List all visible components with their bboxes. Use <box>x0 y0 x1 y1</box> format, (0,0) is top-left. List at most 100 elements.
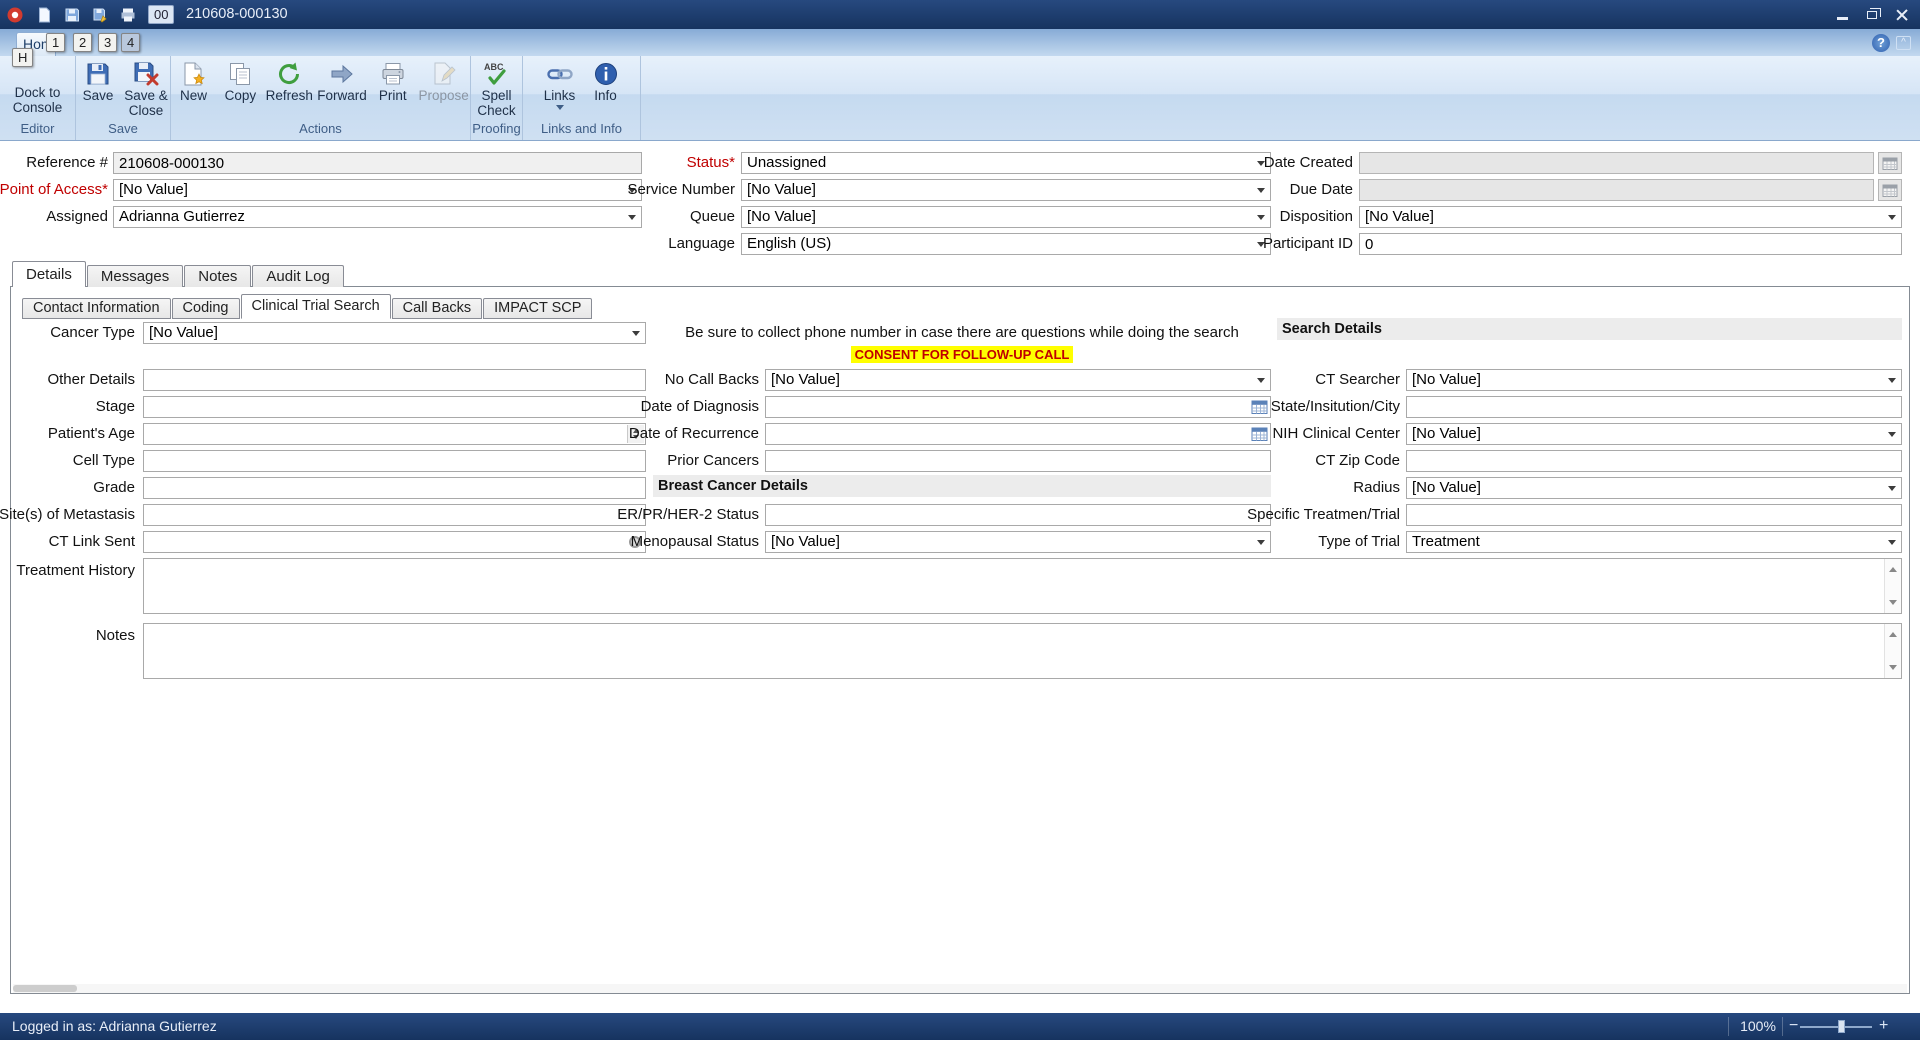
new-button[interactable]: New <box>171 58 216 122</box>
maximize-button[interactable] <box>1858 0 1886 29</box>
save-as-icon[interactable] <box>90 5 110 25</box>
other-details-input[interactable] <box>143 369 646 391</box>
patients-age-stepper[interactable] <box>143 423 646 445</box>
zoom-slider-thumb[interactable] <box>1838 1020 1845 1033</box>
cancer-type-select[interactable]: [No Value] <box>143 322 646 344</box>
ct-zip-code-input[interactable] <box>1406 450 1902 472</box>
radius-select[interactable]: [No Value] <box>1406 477 1902 499</box>
scrollbar-thumb[interactable] <box>13 985 77 992</box>
tab-details[interactable]: Details <box>12 261 86 287</box>
dock-to-console-button[interactable]: Dock to Console <box>2 58 74 122</box>
close-button[interactable] <box>1888 0 1916 29</box>
new-document-icon[interactable] <box>34 5 54 25</box>
horizontal-scrollbar[interactable] <box>13 984 1907 993</box>
logged-in-text: Logged in as: Adrianna Gutierrez <box>12 1013 217 1040</box>
dropdown-arrow-icon <box>1888 215 1896 224</box>
copy-button[interactable]: Copy <box>218 58 263 122</box>
site-of-metastasis-input[interactable] <box>143 504 646 526</box>
status-select[interactable]: Unassigned <box>741 152 1271 174</box>
status-label: Status* <box>687 152 735 174</box>
ct-searcher-select[interactable]: [No Value] <box>1406 369 1902 391</box>
date-of-recurrence-input[interactable] <box>765 423 1271 445</box>
er-pr-her2-input[interactable] <box>765 504 1271 526</box>
print-icon[interactable] <box>118 5 138 25</box>
spell-check-button[interactable]: ABC Spell Check <box>473 58 521 122</box>
ct-zip-code-label: CT Zip Code <box>1315 450 1400 472</box>
tab-messages[interactable]: Messages <box>87 265 183 287</box>
participant-id-input[interactable] <box>1359 233 1902 255</box>
minimize-button[interactable] <box>1828 0 1856 29</box>
links-button[interactable]: Links <box>537 58 583 122</box>
nih-clinical-center-select[interactable]: [No Value] <box>1406 423 1902 445</box>
tab-call-backs[interactable]: Call Backs <box>392 298 483 319</box>
reference-input[interactable] <box>113 152 642 174</box>
print-button[interactable]: Print <box>370 58 415 122</box>
consent-highlight-wrap: CONSENT FOR FOLLOW-UP CALL <box>653 346 1271 364</box>
save-icon[interactable] <box>62 5 82 25</box>
tab-coding[interactable]: Coding <box>172 298 240 319</box>
zoom-out-button[interactable]: − <box>1789 1013 1798 1039</box>
date-created-label: Date Created <box>1264 152 1353 174</box>
propose-button[interactable]: Propose <box>417 58 470 122</box>
info-button[interactable]: Info <box>585 58 627 122</box>
save-button[interactable]: Save <box>76 58 120 122</box>
keytip-h: H <box>12 48 33 67</box>
queue-select[interactable]: [No Value] <box>741 206 1271 228</box>
keytip-1: 1 <box>46 33 65 52</box>
other-details-label: Other Details <box>47 369 135 391</box>
calendar-icon[interactable] <box>1251 399 1268 415</box>
zoom-slider-track[interactable] <box>1800 1026 1872 1028</box>
dropdown-arrow-icon <box>1257 215 1265 224</box>
dropdown-arrow-icon <box>1888 486 1896 495</box>
date-of-diagnosis-input[interactable] <box>765 396 1271 418</box>
tab-contact-information[interactable]: Contact Information <box>22 298 171 319</box>
language-label: Language <box>668 233 735 255</box>
language-select[interactable]: English (US) <box>741 233 1271 255</box>
links-chain-icon <box>547 60 573 88</box>
participant-id-label: Participant ID <box>1263 233 1353 255</box>
tab-audit-log[interactable]: Audit Log <box>252 265 343 287</box>
forward-button[interactable]: Forward <box>316 58 369 122</box>
state-institution-city-input[interactable] <box>1406 396 1902 418</box>
zoom-in-button[interactable]: + <box>1879 1013 1888 1039</box>
service-number-select[interactable]: [No Value] <box>741 179 1271 201</box>
point-of-access-select[interactable]: [No Value] <box>113 179 642 201</box>
ct-link-sent-input[interactable] <box>143 531 646 553</box>
assigned-label: Assigned <box>46 206 108 228</box>
ribbon-group-save: Save Save & Close Save <box>76 56 171 140</box>
prior-cancers-input[interactable] <box>765 450 1271 472</box>
state-institution-city-label: State/Insitution/City <box>1271 396 1400 418</box>
tab-clinical-trial-search[interactable]: Clinical Trial Search <box>241 294 391 319</box>
keytip-3: 3 <box>98 33 117 52</box>
refresh-button[interactable]: Refresh <box>265 58 314 122</box>
menopausal-status-select[interactable]: [No Value] <box>765 531 1271 553</box>
notes-textarea[interactable] <box>143 623 1902 679</box>
disposition-label: Disposition <box>1280 206 1353 228</box>
grade-input[interactable] <box>143 477 646 499</box>
dropdown-arrow-icon <box>632 331 640 340</box>
save-and-close-button[interactable]: Save & Close <box>122 58 170 122</box>
specific-treatment-trial-input[interactable] <box>1406 504 1902 526</box>
scrollbar[interactable] <box>1884 624 1901 678</box>
group-label-actions: Actions <box>171 122 470 138</box>
assigned-select[interactable]: Adrianna Gutierrez <box>113 206 642 228</box>
stage-input[interactable] <box>143 396 646 418</box>
calendar-icon[interactable] <box>1251 426 1268 442</box>
point-of-access-label: Point of Access* <box>0 179 108 201</box>
disposition-select[interactable]: [No Value] <box>1359 206 1902 228</box>
help-icon[interactable]: ? <box>1872 34 1890 52</box>
scrollbar[interactable] <box>1884 559 1901 613</box>
tab-notes[interactable]: Notes <box>184 265 251 287</box>
cell-type-input[interactable] <box>143 450 646 472</box>
nih-clinical-center-label: NIH Clinical Center <box>1272 423 1400 445</box>
main-tab-strip: Details Messages Notes Audit Log <box>12 261 345 287</box>
tab-impact-scp[interactable]: IMPACT SCP <box>483 298 592 319</box>
ribbon-collapse-icon[interactable]: ^ <box>1896 36 1911 50</box>
dropdown-arrow-icon <box>1257 188 1265 197</box>
search-instruction-text: Be sure to collect phone number in case … <box>653 324 1271 341</box>
cell-type-label: Cell Type <box>73 450 135 472</box>
type-of-trial-select[interactable]: Treatment <box>1406 531 1902 553</box>
refresh-icon <box>276 60 302 88</box>
no-call-backs-select[interactable]: [No Value] <box>765 369 1271 391</box>
treatment-history-textarea[interactable] <box>143 558 1902 614</box>
